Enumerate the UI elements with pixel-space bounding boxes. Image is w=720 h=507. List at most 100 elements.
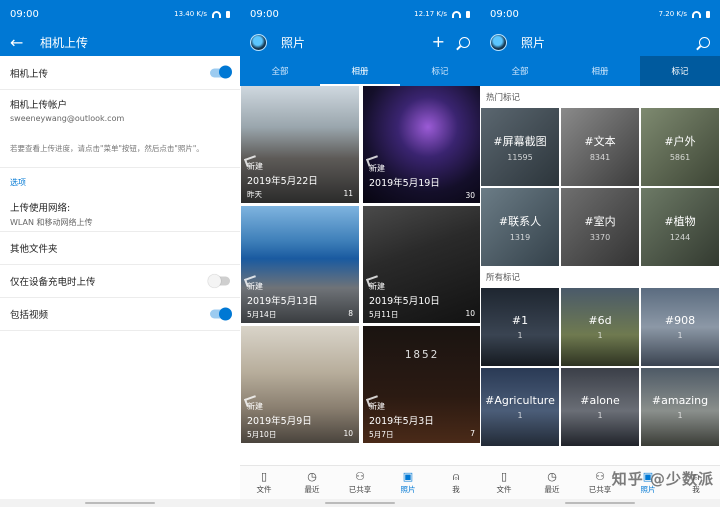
album-date: 2019年5月10日 (369, 296, 440, 307)
nav-recent[interactable]: ◷ 最近 (288, 466, 336, 499)
album-subdate: 5月11日 (369, 310, 399, 319)
clock-icon: ◷ (307, 469, 317, 483)
search-icon[interactable] (459, 36, 470, 48)
tag-name: #1 (511, 314, 529, 327)
network-speed: 7.20 K/s (658, 10, 687, 18)
tab-tags[interactable]: 标记 (640, 56, 720, 86)
album-card[interactable]: 新建 2019年5月19日 30 (363, 86, 480, 203)
all-tags-header: 所有标记 (486, 273, 521, 283)
system-nav-bar (0, 499, 240, 507)
upload-progress-hint: 若要查看上传进度，请点击"菜单"按钮，然后点击"照片"。 (10, 143, 204, 153)
album-display-number: 1852 (404, 348, 440, 361)
tag-count: 5861 (669, 152, 691, 162)
album-badge: 新建 (247, 402, 263, 411)
nav-me[interactable]: ⍝ 我 (432, 466, 480, 499)
album-badge: 新建 (247, 282, 263, 291)
tag-card[interactable]: #屏幕截图 11595 (481, 108, 559, 186)
include-videos-row[interactable]: 包括视频 (0, 298, 240, 331)
status-time: 09:00 (10, 8, 39, 20)
options-header: 选项 (10, 177, 26, 187)
network-row[interactable]: 上传使用网络: WLAN 和移动网络上传 (0, 196, 240, 232)
charging-only-toggle[interactable] (208, 274, 230, 287)
clock-icon: ◷ (547, 469, 557, 483)
tag-name: #联系人 (498, 214, 542, 228)
tag-card[interactable]: #植物 1244 (641, 188, 719, 266)
tag-card[interactable]: #alone 1 (561, 368, 639, 446)
tag-card[interactable]: #户外 5861 (641, 108, 719, 186)
tag-count: 1 (517, 411, 523, 420)
tag-count: 3370 (589, 232, 611, 242)
nav-files[interactable]: ▯ 文件 (480, 466, 528, 499)
album-count: 30 (465, 191, 475, 200)
album-badge: 新建 (369, 164, 385, 173)
wifi-icon (212, 10, 221, 18)
camera-upload-toggle[interactable] (210, 65, 232, 79)
tag-count: 1319 (509, 232, 531, 242)
add-icon[interactable]: + (432, 34, 445, 50)
screenshot-collage: 09:00 13.40 K/s ← 相机上传 相机上传 相机上传帐户 sween… (0, 0, 720, 507)
hint-block: 若要查看上传进度，请点击"菜单"按钮，然后点击"照片"。 (0, 130, 240, 168)
other-folders-row[interactable]: 其他文件夹 (0, 232, 240, 265)
network-speed: 13.40 K/s (174, 10, 207, 18)
tag-name: #6d (588, 314, 612, 327)
tag-name: #amazing (651, 394, 709, 407)
hot-tags-header: 热门标记 (486, 93, 521, 103)
album-date: 2019年5月9日 (247, 416, 312, 427)
album-card[interactable]: 1852 新建 2019年5月3日 5月7日 7 (363, 326, 480, 443)
wifi-icon (692, 10, 701, 18)
battery-icon (466, 10, 470, 18)
album-count: 8 (348, 309, 353, 318)
tab-albums[interactable]: 相册 (560, 56, 640, 86)
include-videos-toggle[interactable] (210, 307, 232, 320)
album-subdate: 5月14日 (247, 310, 277, 319)
tag-card[interactable]: #Agriculture 1 (481, 368, 559, 446)
tag-card[interactable]: #1 1 (481, 288, 559, 366)
tag-card[interactable]: #室内 3370 (561, 188, 639, 266)
tab-tags[interactable]: 标记 (400, 56, 480, 86)
options-section: 选项 (0, 168, 240, 196)
tag-card[interactable]: #文本 8341 (561, 108, 639, 186)
nav-photos[interactable]: ▣ 照片 (384, 466, 432, 499)
page-title: 照片 (281, 35, 306, 50)
system-nav-bar (240, 499, 480, 507)
avatar[interactable] (250, 33, 267, 51)
album-card[interactable]: 新建 2019年5月22日 昨天 11 (241, 86, 359, 203)
nav-recent[interactable]: ◷ 最近 (528, 466, 576, 499)
tag-card[interactable]: #amazing 1 (641, 368, 719, 446)
tag-count: 1 (677, 411, 683, 420)
nav-shared[interactable]: ⚇ 已共享 (336, 466, 384, 499)
status-bar: 09:00 12.17 K/s (240, 0, 480, 28)
back-arrow-icon[interactable]: ← (10, 33, 32, 52)
network-speed: 12.17 K/s (414, 10, 447, 18)
album-card[interactable]: 新建 2019年5月9日 5月10日 10 (241, 326, 359, 443)
gesture-pill[interactable] (565, 502, 635, 504)
tag-card[interactable]: #联系人 1319 (481, 188, 559, 266)
person-icon: ⍝ (452, 469, 460, 483)
tag-name: #文本 (584, 134, 616, 148)
system-nav-bar (480, 499, 720, 507)
gesture-pill[interactable] (85, 502, 155, 504)
tag-card[interactable]: #908 1 (641, 288, 719, 366)
gesture-pill[interactable] (325, 502, 395, 504)
album-card[interactable]: 新建 2019年5月13日 5月14日 8 (241, 206, 359, 323)
upload-account-row[interactable]: 相机上传帐户 sweeneywang@outlook.com (0, 90, 240, 130)
app-bar: ← 相机上传 (0, 28, 240, 56)
album-card[interactable]: 新建 2019年5月10日 5月11日 10 (363, 206, 480, 323)
avatar[interactable] (490, 33, 507, 51)
charging-only-row[interactable]: 仅在设备充电时上传 (0, 265, 240, 298)
hot-tags-grid: #屏幕截图 11595 #文本 8341 #户外 5861 #联系人 1319 #室内 3… (480, 108, 720, 266)
battery-icon (226, 10, 230, 18)
all-tags-grid: #1 1 #6d 1 #908 1 #Agriculture 1 #alone 1 #am… (480, 288, 720, 446)
tag-card[interactable]: #6d 1 (561, 288, 639, 366)
album-count: 7 (470, 429, 475, 438)
tab-albums[interactable]: 相册 (320, 56, 400, 86)
tab-all[interactable]: 全部 (480, 56, 560, 86)
camera-upload-row[interactable]: 相机上传 (0, 56, 240, 90)
tag-name: #室内 (584, 214, 616, 228)
tab-all[interactable]: 全部 (240, 56, 320, 86)
tag-count: 1 (677, 331, 683, 340)
tag-count: 1 (597, 331, 603, 340)
album-count: 10 (343, 429, 353, 438)
nav-files[interactable]: ▯ 文件 (240, 466, 288, 499)
search-icon[interactable] (699, 36, 710, 48)
